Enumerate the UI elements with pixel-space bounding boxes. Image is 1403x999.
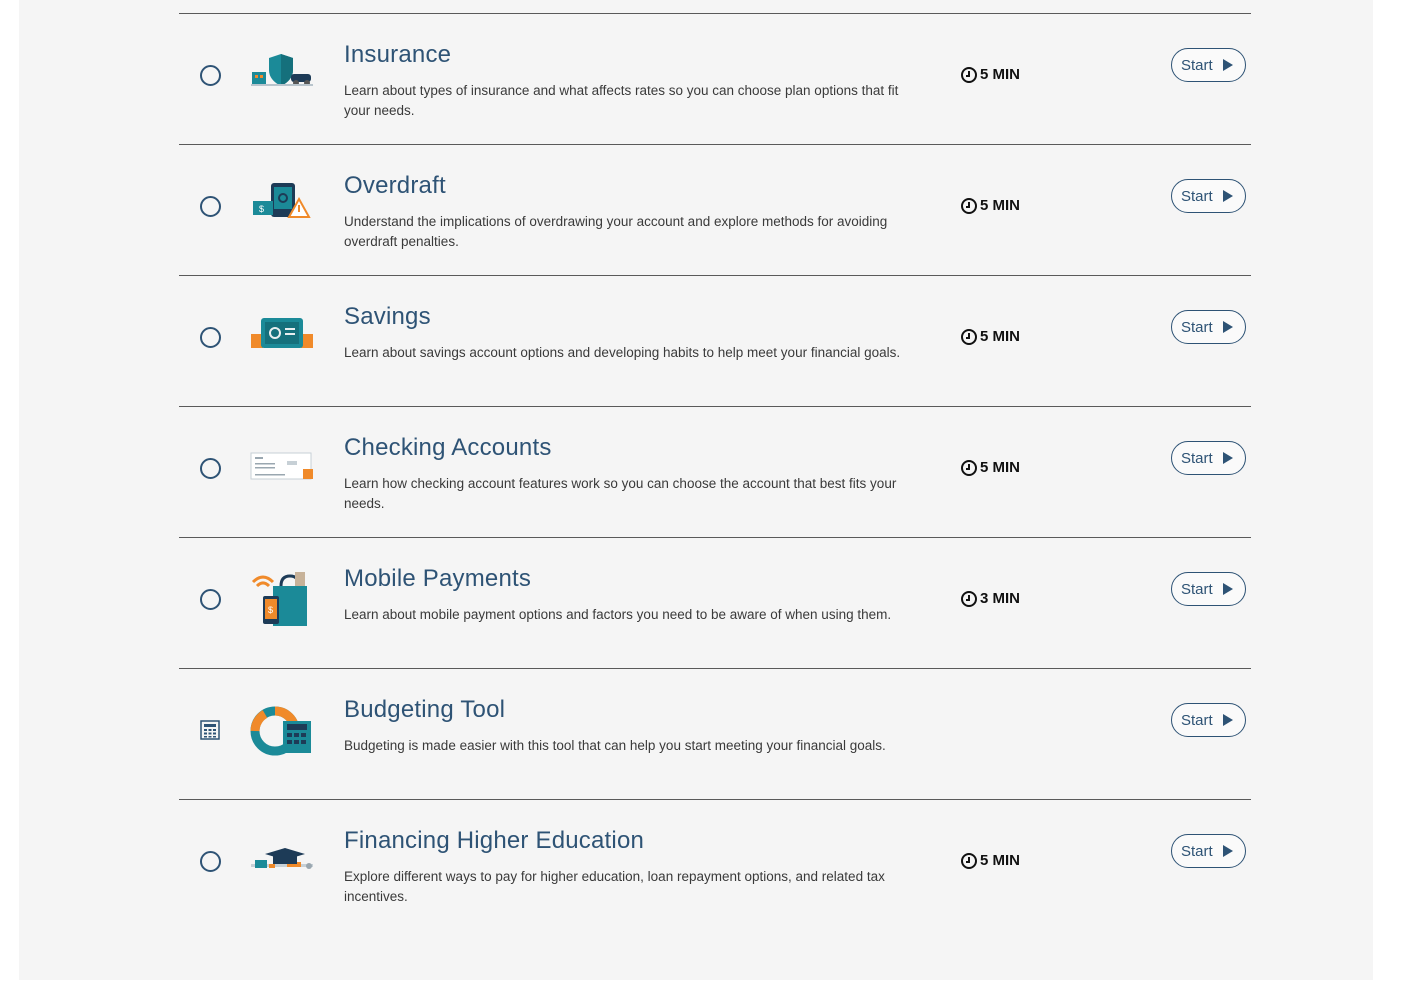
overdraft-icon: $: [253, 183, 311, 218]
module-description: Budgeting is made easier with this tool …: [344, 738, 886, 753]
module-list-panel: Insurance Learn about types of insurance…: [19, 0, 1373, 980]
start-button-label: Start: [1181, 449, 1213, 467]
module-title: Insurance: [344, 41, 452, 68]
savings-safe-icon: [251, 318, 313, 348]
play-icon: [1222, 321, 1233, 333]
module-description: Learn how checking account features work…: [344, 476, 897, 511]
duration: 5 MIN: [961, 852, 1020, 869]
list-item: $ Overdraft Understand the implications …: [179, 145, 1251, 276]
duration: 5 MIN: [961, 459, 1020, 476]
list-item: $ Mobile Payments Learn about mobile pay…: [179, 538, 1251, 669]
duration: 5 MIN: [961, 66, 1020, 83]
list-item: Budgeting Tool Budgeting is made easier …: [179, 669, 1251, 800]
duration-text: 5 MIN: [980, 197, 1021, 214]
check-icon: [250, 452, 313, 480]
start-button-label: Start: [1181, 56, 1213, 74]
module-description: Learn about types of insurance and what …: [344, 83, 899, 118]
start-button[interactable]: Start: [1171, 441, 1246, 475]
clock-icon: [961, 852, 977, 869]
module-title: Budgeting Tool: [344, 696, 506, 723]
duration-text: 3 MIN: [980, 590, 1021, 607]
list-item: Insurance Learn about types of insurance…: [179, 14, 1251, 145]
module-title: Overdraft: [344, 172, 446, 199]
play-icon: [1222, 59, 1233, 71]
start-button-label: Start: [1181, 842, 1213, 860]
module-radio[interactable]: [200, 589, 221, 610]
clock-icon: [961, 459, 977, 476]
clock-icon: [961, 590, 977, 607]
module-radio[interactable]: [200, 327, 221, 348]
duration-text: 5 MIN: [980, 66, 1021, 83]
duration: 3 MIN: [961, 590, 1020, 607]
module-title: Savings: [344, 303, 431, 330]
module-title: Checking Accounts: [344, 434, 552, 461]
start-button[interactable]: Start: [1171, 572, 1246, 606]
module-title: Mobile Payments: [344, 565, 532, 592]
module-description: Explore different ways to pay for higher…: [344, 869, 885, 904]
module-description: Understand the implications of overdrawi…: [344, 214, 888, 249]
start-button[interactable]: Start: [1171, 703, 1246, 737]
budget-calculator-icon: [250, 706, 311, 756]
play-icon: [1222, 845, 1233, 857]
list-item: Financing Higher Education Explore diffe…: [179, 800, 1251, 930]
module-radio[interactable]: [200, 65, 221, 86]
module-radio[interactable]: [200, 196, 221, 217]
play-icon: [1222, 583, 1233, 595]
play-icon: [1222, 452, 1233, 464]
play-icon: [1222, 190, 1233, 202]
svg-text:$: $: [268, 605, 273, 615]
calculator-icon: [200, 720, 220, 740]
start-button[interactable]: Start: [1171, 310, 1246, 344]
list-item: Checking Accounts Learn how checking acc…: [179, 407, 1251, 538]
start-button-label: Start: [1181, 711, 1213, 729]
start-button[interactable]: Start: [1171, 834, 1246, 868]
module-description: Learn about mobile payment options and f…: [344, 607, 892, 622]
start-button-label: Start: [1181, 580, 1213, 598]
duration-text: 5 MIN: [980, 852, 1021, 869]
graduation-cap-icon: [251, 848, 313, 869]
start-button[interactable]: Start: [1171, 48, 1246, 82]
start-button[interactable]: Start: [1171, 179, 1246, 213]
duration-text: 5 MIN: [980, 328, 1021, 345]
duration: 5 MIN: [961, 197, 1020, 214]
play-icon: [1222, 714, 1233, 726]
clock-icon: [961, 66, 977, 83]
module-radio[interactable]: [200, 851, 221, 872]
module-title: Financing Higher Education: [344, 827, 645, 854]
module-description: Learn about savings account options and …: [344, 345, 901, 360]
module-radio[interactable]: [200, 458, 221, 479]
insurance-icon: [251, 54, 313, 86]
module-list: Insurance Learn about types of insurance…: [179, 13, 1251, 930]
duration-text: 5 MIN: [980, 459, 1021, 476]
start-button-label: Start: [1181, 187, 1213, 205]
clock-icon: [961, 197, 977, 214]
start-button-label: Start: [1181, 318, 1213, 336]
list-item: Savings Learn about savings account opti…: [179, 276, 1251, 407]
clock-icon: [961, 328, 977, 345]
svg-text:$: $: [259, 204, 264, 214]
duration: 5 MIN: [961, 328, 1020, 345]
mobile-payments-icon: $: [251, 572, 307, 626]
